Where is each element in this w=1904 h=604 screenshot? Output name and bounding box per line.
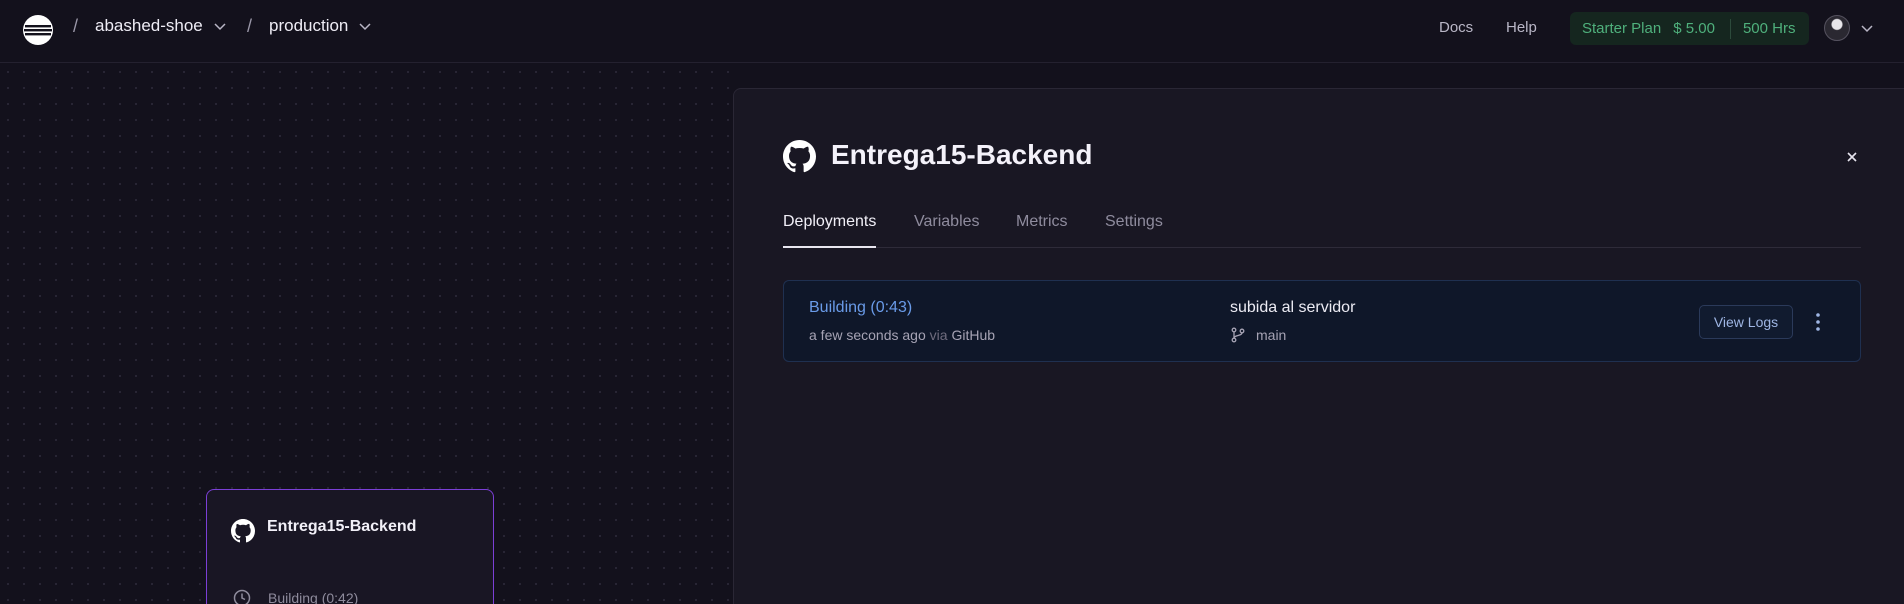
deployment-source: GitHub [951,327,996,343]
environment-selector[interactable]: production [269,16,372,36]
help-link[interactable]: Help [1506,19,1537,36]
deployment-meta: a few seconds ago via GitHub [809,327,995,343]
service-detail-panel: Entrega15-Backend Deployments Variables … [733,88,1904,604]
service-card-title: Entrega15-Backend [267,518,417,535]
tab-variables[interactable]: Variables [914,213,980,248]
user-avatar[interactable] [1824,15,1850,41]
project-canvas[interactable]: Entrega15-Backend Building (0:42) [0,64,733,604]
breadcrumb-separator: / [247,16,253,36]
github-icon [783,140,816,173]
plan-divider [1729,18,1731,39]
plan-name: Starter Plan [1582,20,1662,37]
close-icon[interactable] [1842,147,1862,167]
service-card-status: Building (0:42) [268,590,359,604]
chevron-down-icon [214,23,226,31]
tab-deployments[interactable]: Deployments [783,213,877,248]
service-card[interactable]: Entrega15-Backend Building (0:42) [206,489,494,604]
view-logs-button[interactable]: View Logs [1699,305,1793,339]
environment-name: production [269,16,349,35]
deployment-time: a few seconds ago [809,327,926,343]
docs-link[interactable]: Docs [1439,19,1473,36]
github-icon [231,519,255,543]
commit-message: subida al servidor [1230,299,1356,316]
tab-metrics[interactable]: Metrics [1016,213,1068,248]
plan-credit: $ 5.00 [1673,20,1715,37]
breadcrumb-separator: / [73,16,79,36]
tab-settings[interactable]: Settings [1105,213,1163,248]
clock-icon [233,589,251,604]
chevron-down-icon [359,23,371,31]
plan-hours: 500 Hrs [1742,20,1796,37]
panel-title: Entrega15-Backend [831,139,1093,170]
project-selector[interactable]: abashed-shoe [95,16,227,36]
railway-logo-icon[interactable] [22,14,54,46]
chevron-down-icon[interactable] [1860,21,1874,35]
plan-badge[interactable]: Starter Plan $ 5.00 500 Hrs [1570,12,1809,45]
project-name: abashed-shoe [95,16,203,35]
branch-name: main [1256,327,1287,343]
more-vertical-icon[interactable] [1808,311,1828,333]
top-navigation-bar: / abashed-shoe / production Docs Help St… [0,0,1904,63]
panel-tabs: Deployments Variables Metrics Settings [783,213,1861,248]
deployment-via: via [929,327,948,343]
git-branch-icon [1231,327,1245,343]
deployment-row[interactable]: Building (0:43) a few seconds ago via Gi… [783,280,1861,362]
deployment-status[interactable]: Building (0:43) [809,299,912,317]
